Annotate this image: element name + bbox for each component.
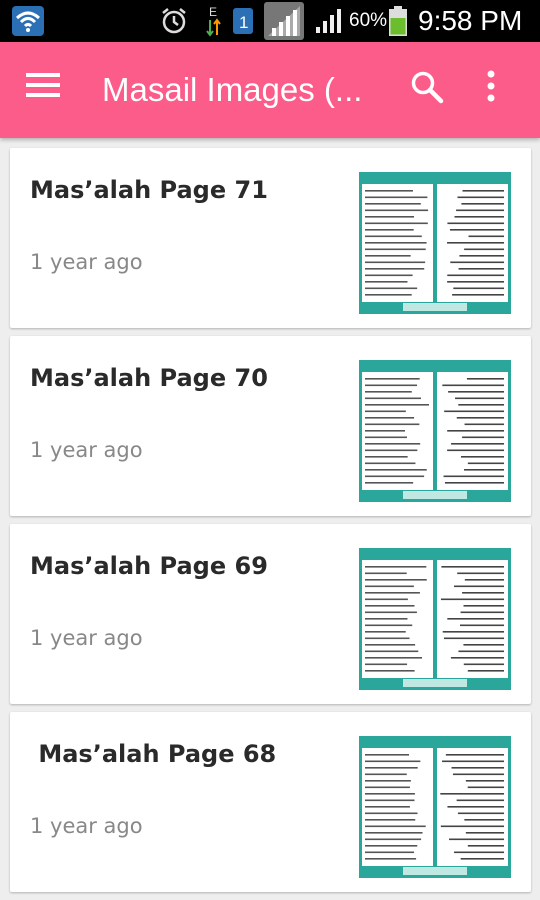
list-item[interactable]: Mas’alah Page 71 1 year ago	[10, 148, 531, 328]
page-thumbnail	[359, 172, 511, 314]
item-timestamp: 1 year ago	[30, 814, 143, 838]
masail-list[interactable]: Mas’alah Page 71 1 year ago Mas’alah Pag…	[0, 138, 540, 900]
battery-icon	[389, 0, 411, 42]
clock-time: 9:58 PM	[418, 5, 523, 36]
search-icon[interactable]	[410, 70, 450, 110]
item-timestamp: 1 year ago	[30, 438, 143, 462]
status-bar: E 1 60% 9:58 PM	[0, 0, 540, 42]
page-thumbnail	[359, 736, 511, 878]
data-transfer-icon: E	[204, 0, 226, 42]
alarm-clock-icon	[160, 0, 190, 42]
list-item[interactable]: Mas’alah Page 68 1 year ago	[10, 712, 531, 892]
item-title: Mas’alah Page 70	[30, 364, 268, 392]
signal-strength-icon	[314, 0, 346, 42]
page-thumbnail	[359, 548, 511, 690]
item-title: Mas’alah Page 71	[30, 176, 268, 204]
hamburger-menu-icon[interactable]	[26, 72, 70, 108]
sim-slot-label: 1	[239, 13, 248, 32]
signal-strength-icon	[264, 0, 304, 42]
item-timestamp: 1 year ago	[30, 250, 143, 274]
app-bar: Masail Images (...	[0, 42, 540, 138]
item-title: Mas’alah Page 68	[30, 740, 277, 768]
more-vert-icon[interactable]	[486, 70, 520, 110]
page-thumbnail	[359, 360, 511, 502]
item-timestamp: 1 year ago	[30, 626, 143, 650]
app-title: Masail Images (...	[102, 71, 363, 108]
item-title: Mas’alah Page 69	[30, 552, 268, 580]
battery-percent: 60%	[349, 10, 388, 31]
wifi-icon	[12, 0, 46, 42]
data-type-label: E	[209, 5, 217, 19]
list-item[interactable]: Mas’alah Page 70 1 year ago	[10, 336, 531, 516]
sim-icon: 1	[232, 0, 256, 42]
list-item[interactable]: Mas’alah Page 69 1 year ago	[10, 524, 531, 704]
